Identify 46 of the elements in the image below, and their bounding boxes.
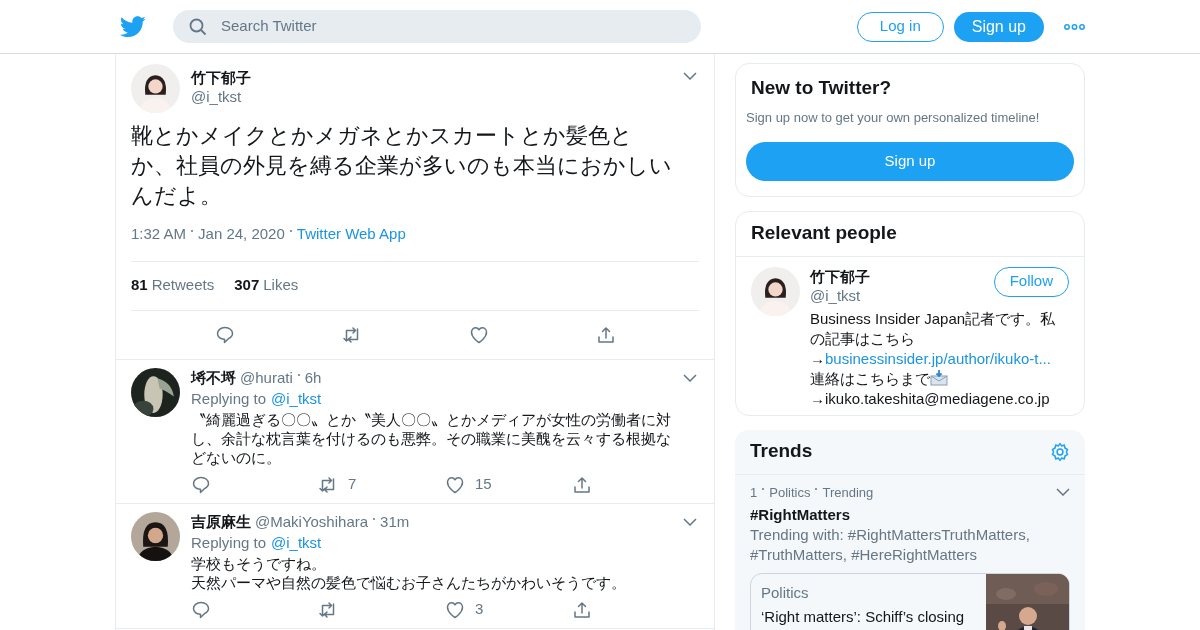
trend-name[interactable]: #RightMatters	[750, 504, 1070, 525]
mention-link[interactable]: @i_tkst	[271, 387, 322, 410]
reply-time[interactable]: 6h	[304, 367, 322, 388]
bio-link[interactable]: businessinsider.jp/author/ikuko-t...	[825, 349, 1051, 367]
person-name[interactable]: 竹下郁子	[810, 266, 994, 287]
author-handle[interactable]: @hurati	[240, 367, 293, 388]
tweet-text: 靴とかメイクとかメガネとかスカートとか髪色とか、社員の外見を縛る企業が多いのも本当におかしいんだよ。	[131, 122, 673, 210]
action-count: 3	[475, 599, 484, 620]
stat-count[interactable]: 81	[131, 274, 148, 297]
news-headline: ‘Right matters’: Schiff’s closing	[761, 606, 966, 627]
source-link[interactable]: Twitter Web App	[296, 223, 406, 246]
reply-text: 学校もそうですね。	[191, 553, 327, 573]
card-title: Trends	[750, 439, 814, 464]
signup-button[interactable]: Sign up	[746, 141, 1074, 181]
trend-rank: 1	[750, 483, 758, 502]
stat-label[interactable]: Likes	[263, 274, 299, 297]
card-title: Relevant people	[736, 211, 1084, 257]
author-handle[interactable]: @MakiYoshihara	[255, 511, 369, 532]
trend-status: Trending	[822, 483, 874, 502]
search-input[interactable]: Search Twitter	[221, 15, 685, 38]
tweet-time: 1:32 AM	[131, 224, 187, 244]
person-handle[interactable]: @i_tkst	[810, 286, 994, 305]
replying-label: Replying to	[191, 388, 267, 409]
news-category: Politics	[761, 583, 810, 603]
person-bio: Business Insider Japan記者です。私の記事はこちら→businessinsider.jp/author/ikuko-t... 連絡はこちらまで →ikuko.takeshita@mediagene.co.jp	[810, 308, 1057, 409]
stat-label[interactable]: Retweets	[151, 274, 215, 297]
action-count: 7	[348, 474, 357, 495]
card-title: New to Twitter?	[750, 76, 893, 100]
replying-label: Replying to	[191, 532, 267, 553]
signup-button[interactable]: Sign up	[953, 11, 1044, 42]
author-handle[interactable]: @i_tkst	[191, 88, 672, 106]
author-name[interactable]: 竹下郁子	[191, 68, 672, 88]
author-name[interactable]: 埓不埒	[191, 367, 236, 388]
action-count: 15	[475, 474, 492, 495]
search-field[interactable]: Search Twitter	[173, 10, 701, 43]
tweet-date: Jan 24, 2020	[198, 224, 285, 244]
mention-link[interactable]: @i_tkst	[271, 531, 322, 554]
reply-time[interactable]: 31m	[380, 511, 410, 532]
stat-count[interactable]: 307	[234, 274, 260, 297]
card-subtitle: Sign up now to get your own personalized timeline!	[746, 109, 1041, 127]
trend-category: Politics	[769, 483, 811, 502]
news-card[interactable]: Politics ‘Right matters’: Schiff’s closing	[750, 573, 1070, 630]
reply-text: 天然パーマや自然の髪色で悩むお子さんたちがかわいそうです。	[191, 572, 627, 592]
reply-text: 〝綺麗過ぎる〇〇〟とか〝美人〇〇〟とかメディアが女性の労働者に対し、余計な枕言葉を付けるのも悪弊。その職業に美醜を云々する根拠などないのに。	[191, 409, 672, 467]
author-name[interactable]: 吉原麻生	[191, 511, 251, 532]
trend-context: Trending with: #RightMattersTruthMatters, #TruthMatters, #HereRightMatters	[750, 525, 1031, 565]
